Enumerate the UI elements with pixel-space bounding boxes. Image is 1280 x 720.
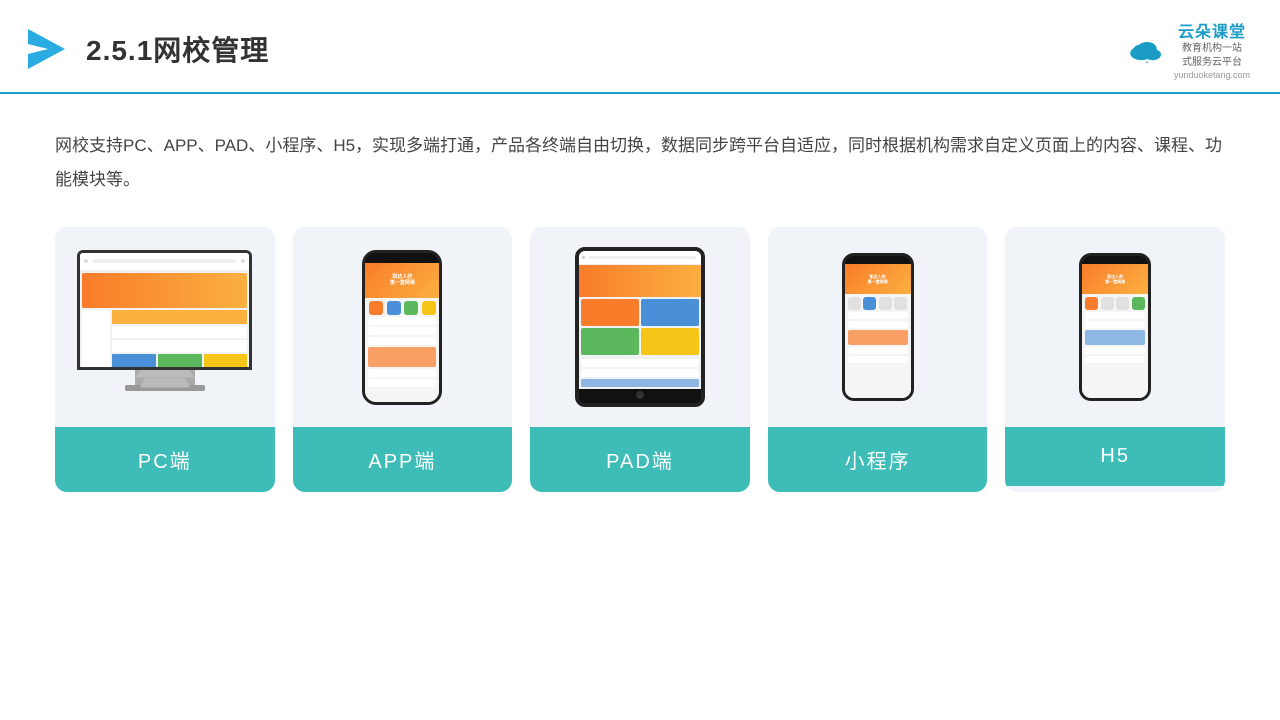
logo-arrow-icon [20, 24, 70, 74]
header: 2.5.1网校管理 云朵课堂 教育机构一站 式服务云平台 yunduoketan… [0, 0, 1280, 94]
card-pc: PC端 [55, 227, 275, 492]
card-miniprogram: 职达人的第一堂网课 [768, 227, 988, 492]
pc-monitor-icon [77, 250, 252, 405]
cards-container: PC端 职达人的第一堂网课 [0, 217, 1280, 522]
brand-name: 云朵课堂 [1178, 18, 1246, 42]
page-title: 2.5.1网校管理 [86, 29, 269, 69]
card-pc-image [55, 227, 275, 427]
card-h5-image: 职达人的第一堂网课 [1005, 227, 1225, 427]
card-pc-label: PC端 [55, 427, 275, 492]
card-h5: 职达人的第一堂网课 [1005, 227, 1225, 492]
card-app-label: APP端 [293, 427, 513, 492]
brand-subtitle: 教育机构一站 式服务云平台 [1182, 42, 1242, 70]
card-app-image: 职达人的第一堂网课 [293, 227, 513, 427]
app-phone-icon: 职达人的第一堂网课 [362, 250, 442, 405]
card-h5-label: H5 [1005, 427, 1225, 486]
card-pad-image [530, 227, 750, 427]
brand-logo: 云朵课堂 教育机构一站 式服务云平台 yunduoketang.com [1126, 18, 1250, 80]
brand-text-wrap: 云朵课堂 教育机构一站 式服务云平台 yunduoketang.com [1174, 18, 1250, 80]
brand-url: yunduoketang.com [1174, 70, 1250, 80]
h5-phone-icon: 职达人的第一堂网课 [1079, 253, 1151, 401]
card-miniprogram-image: 职达人的第一堂网课 [768, 227, 988, 427]
pad-tablet-icon [575, 247, 705, 407]
card-miniprogram-label: 小程序 [768, 427, 988, 492]
card-pad-label: PAD端 [530, 427, 750, 492]
card-app: 职达人的第一堂网课 [293, 227, 513, 492]
card-pad: PAD端 [530, 227, 750, 492]
header-left: 2.5.1网校管理 [20, 24, 269, 74]
description-text: 网校支持PC、APP、PAD、小程序、H5，实现多端打通，产品各终端自由切换，数… [0, 94, 1280, 217]
miniprogram-phone-icon: 职达人的第一堂网课 [842, 253, 914, 401]
cloud-icon [1126, 35, 1168, 63]
header-right: 云朵课堂 教育机构一站 式服务云平台 yunduoketang.com [1126, 18, 1250, 80]
